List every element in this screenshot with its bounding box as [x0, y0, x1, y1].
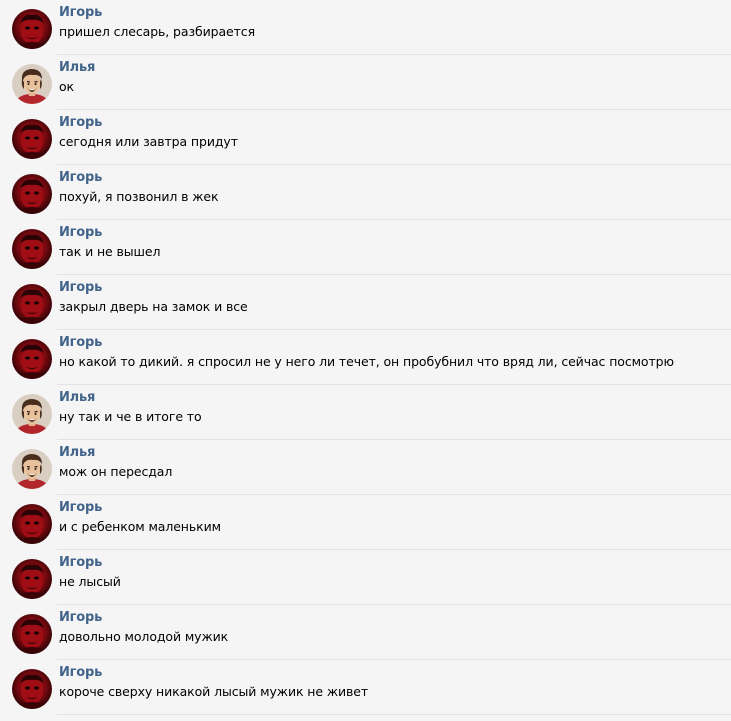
author-name-link[interactable]: Игорь: [59, 115, 102, 130]
red-demon-avatar-icon[interactable]: [12, 284, 52, 324]
red-demon-avatar-icon[interactable]: [12, 9, 52, 49]
message-text: довольно молодой мужик: [59, 629, 229, 644]
message-row: Илья мож он пересдал: [0, 440, 731, 495]
cartoon-man-avatar-icon[interactable]: [12, 449, 52, 489]
message-row: Игорь закрыл дверь на замок и все: [0, 275, 731, 330]
red-demon-avatar-icon[interactable]: [12, 229, 52, 269]
cartoon-man-avatar-icon[interactable]: [12, 394, 52, 434]
message-row: Игорь пришел слесарь, разбирается: [0, 0, 731, 55]
red-demon-avatar-icon[interactable]: [12, 504, 52, 544]
author-name-link[interactable]: Игорь: [59, 170, 102, 185]
message-row: Игорь похуй, я позвонил в жек: [0, 165, 731, 220]
author-name-link[interactable]: Игорь: [59, 335, 102, 350]
message-row: Илья ну так и че в итоге то: [0, 385, 731, 440]
author-name-link[interactable]: Игорь: [59, 225, 102, 240]
red-demon-avatar-icon[interactable]: [12, 614, 52, 654]
red-demon-avatar-icon[interactable]: [12, 339, 52, 379]
author-name-link[interactable]: Игорь: [59, 610, 102, 625]
message-text: пришел слесарь, разбирается: [59, 24, 255, 39]
message-row: Игорь короче сверху никакой лысый мужик н…: [0, 660, 731, 715]
red-demon-avatar-icon[interactable]: [12, 119, 52, 159]
author-name-link[interactable]: Илья: [59, 390, 95, 405]
message-text: и с ребенком маленьким: [59, 519, 221, 534]
message-text: ну так и че в итоге то: [59, 409, 202, 424]
message-divider: [57, 714, 731, 715]
author-name-link[interactable]: Игорь: [59, 5, 102, 20]
red-demon-avatar-icon[interactable]: [12, 174, 52, 214]
message-text: короче сверху никакой лысый мужик не жив…: [59, 684, 369, 699]
message-row: Игорь так и не вышел: [0, 220, 731, 275]
message-text: но какой то дикий. я спросил не у него л…: [59, 354, 674, 369]
message-text: сегодня или завтра придут: [59, 134, 238, 149]
message-row: Игорь довольно молодой мужик: [0, 605, 731, 660]
red-demon-avatar-icon[interactable]: [12, 559, 52, 599]
message-row: Игорь но какой то дикий. я спросил не у н…: [0, 330, 731, 385]
message-text: похуй, я позвонил в жек: [59, 189, 219, 204]
message-text: так и не вышел: [59, 244, 161, 259]
author-name-link[interactable]: Илья: [59, 445, 95, 460]
author-name-link[interactable]: Игорь: [59, 555, 102, 570]
author-name-link[interactable]: Игорь: [59, 665, 102, 680]
message-text: не лысый: [59, 574, 121, 589]
chat-history: Игорь пришел слесарь, разбирается Илья ок …: [0, 0, 731, 721]
red-demon-avatar-icon[interactable]: [12, 669, 52, 709]
message-row: Илья ок: [0, 55, 731, 110]
message-row: Игорь сегодня или завтра придут: [0, 110, 731, 165]
message-row: Игорь и с ребенком маленьким: [0, 495, 731, 550]
message-row: Игорь не лысый: [0, 550, 731, 605]
author-name-link[interactable]: Игорь: [59, 500, 102, 515]
message-text: мож он пересдал: [59, 464, 173, 479]
author-name-link[interactable]: Игорь: [59, 280, 102, 295]
cartoon-man-avatar-icon[interactable]: [12, 64, 52, 104]
message-text: закрыл дверь на замок и все: [59, 299, 248, 314]
author-name-link[interactable]: Илья: [59, 60, 95, 75]
message-text: ок: [59, 79, 74, 94]
